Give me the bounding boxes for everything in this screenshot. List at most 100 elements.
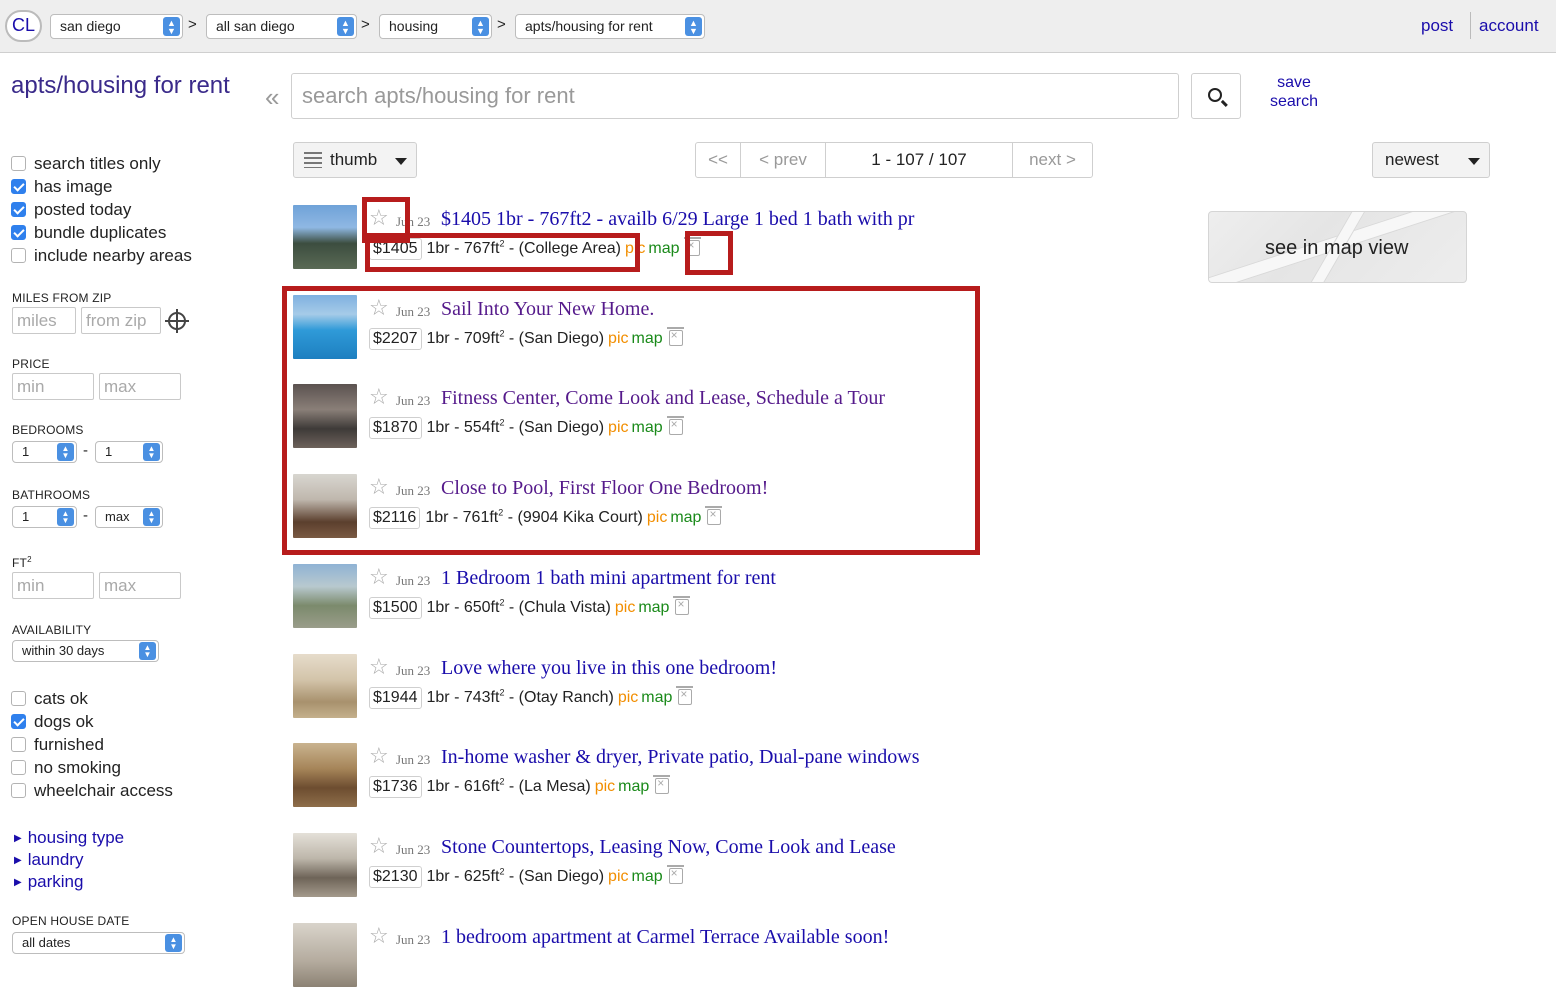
availability-label: AVAILABILITY bbox=[12, 623, 92, 637]
favorite-star-icon[interactable]: ☆ bbox=[369, 745, 389, 767]
listing-title-link[interactable]: 1 bedroom apartment at Carmel Terrace Av… bbox=[441, 926, 889, 949]
listing-thumbnail[interactable] bbox=[293, 923, 357, 987]
next-page-button[interactable]: next > bbox=[1012, 143, 1092, 177]
sqft-max-input[interactable]: max bbox=[99, 572, 181, 599]
locate-icon[interactable] bbox=[165, 309, 189, 333]
post-link[interactable]: post bbox=[1421, 16, 1453, 36]
has-picture-tag: pic bbox=[617, 689, 639, 706]
ft-label-text: FT bbox=[12, 556, 28, 570]
miles-from-zip-label: MILES FROM ZIP bbox=[12, 291, 112, 305]
filter-include-nearby-areas[interactable]: include nearby areas bbox=[11, 245, 192, 267]
hide-listing-icon[interactable] bbox=[666, 865, 684, 884]
zip-input[interactable]: from zip bbox=[81, 307, 161, 334]
range-dash: - bbox=[83, 507, 88, 524]
checkbox[interactable] bbox=[11, 760, 26, 775]
checkbox[interactable] bbox=[11, 783, 26, 798]
bedrooms-min-select[interactable]: 1 ▲ ▼ bbox=[12, 441, 77, 463]
checkbox[interactable] bbox=[11, 156, 26, 171]
listing-row: ☆ Jun 23 1 Bedroom 1 bath mini apartment f… bbox=[293, 564, 1193, 630]
open-house-date-select[interactable]: all dates ▲ ▼ bbox=[12, 932, 185, 954]
expand-housing-type[interactable]: ▶ housing type bbox=[14, 828, 124, 848]
filter-dogs-ok[interactable]: dogs ok bbox=[11, 711, 94, 733]
listing-title-link[interactable]: $1405 1br - 767ft2 - availb 6/29 Large 1… bbox=[441, 208, 914, 231]
listing-map-link[interactable]: map bbox=[638, 599, 669, 616]
expand-parking[interactable]: ▶ parking bbox=[14, 872, 83, 892]
prev-page-button[interactable]: < prev bbox=[741, 143, 826, 177]
bathrooms-max-select[interactable]: max ▲ ▼ bbox=[95, 506, 163, 528]
listing-title-link[interactable]: Stone Countertops, Leasing Now, Come Loo… bbox=[441, 836, 896, 859]
listing-row: ☆ Jun 23 Love where you live in this one b… bbox=[293, 654, 1193, 720]
availability-select[interactable]: within 30 days ▲ ▼ bbox=[12, 640, 159, 662]
sort-dropdown[interactable]: newest bbox=[1372, 142, 1490, 178]
listing-row: ☆ Jun 23 Stone Countertops, Leasing Now, C… bbox=[293, 833, 1193, 899]
favorite-star-icon[interactable]: ☆ bbox=[369, 566, 389, 588]
checkbox[interactable] bbox=[11, 202, 26, 217]
listing-neighborhood: - (San Diego) bbox=[504, 868, 605, 885]
miles-input[interactable]: miles bbox=[12, 307, 76, 334]
filter-posted-today[interactable]: posted today bbox=[11, 199, 131, 221]
breadcrumb-city-label: san diego bbox=[60, 18, 121, 34]
listing-title-link[interactable]: 1 Bedroom 1 bath mini apartment for rent bbox=[441, 567, 776, 590]
bedrooms-max-select[interactable]: 1 ▲ ▼ bbox=[95, 441, 163, 463]
listing-thumbnail[interactable] bbox=[293, 654, 357, 718]
sqft-min-input[interactable]: min bbox=[12, 572, 94, 599]
favorite-star-icon[interactable]: ☆ bbox=[369, 656, 389, 678]
select-value: 1 bbox=[22, 444, 30, 459]
listing-map-link[interactable]: map bbox=[618, 778, 649, 795]
listing-price: $1500 bbox=[369, 597, 422, 619]
listing-thumbnail[interactable] bbox=[293, 743, 357, 807]
listing-title-link[interactable]: In-home washer & dryer, Private patio, D… bbox=[441, 746, 920, 769]
hide-listing-icon[interactable] bbox=[673, 596, 691, 615]
listing-meta: $2130 1br - 625ft2 - (San Diego) pic map bbox=[369, 865, 684, 888]
view-mode-dropdown[interactable]: thumb bbox=[293, 142, 417, 178]
listing-map-link[interactable]: map bbox=[648, 240, 679, 257]
filter-search-titles-only[interactable]: search titles only bbox=[11, 153, 161, 175]
listing-thumbnail[interactable] bbox=[293, 564, 357, 628]
listing-map-link[interactable]: map bbox=[632, 868, 663, 885]
chevron-down-icon bbox=[395, 158, 407, 165]
expand-laundry[interactable]: ▶ laundry bbox=[14, 850, 83, 870]
select-arrows-icon: ▲ ▼ bbox=[685, 17, 702, 36]
favorite-star-icon[interactable]: ☆ bbox=[369, 835, 389, 857]
checkbox[interactable] bbox=[11, 737, 26, 752]
craigslist-logo[interactable]: CL bbox=[5, 10, 42, 42]
listing-title-link[interactable]: Love where you live in this one bedroom! bbox=[441, 657, 777, 680]
price-min-input[interactable]: min bbox=[12, 373, 94, 400]
select-value: 1 bbox=[22, 509, 30, 524]
filter-furnished[interactable]: furnished bbox=[11, 734, 104, 756]
hide-listing-icon[interactable] bbox=[676, 686, 694, 705]
checkbox[interactable] bbox=[11, 225, 26, 240]
price-max-input[interactable]: max bbox=[99, 373, 181, 400]
select-value: within 30 days bbox=[22, 643, 105, 658]
save-search-link[interactable]: save search bbox=[1262, 73, 1326, 111]
checkbox[interactable] bbox=[11, 714, 26, 729]
breadcrumb-city-select[interactable]: san diego ▲ ▼ bbox=[50, 14, 183, 39]
checkbox[interactable] bbox=[11, 691, 26, 706]
filter-label: cats ok bbox=[34, 689, 88, 708]
listing-thumbnail[interactable] bbox=[293, 833, 357, 897]
listing-date: Jun 23 bbox=[396, 842, 431, 857]
breadcrumb-area-select[interactable]: all san diego ▲ ▼ bbox=[206, 14, 357, 39]
filter-cats-ok[interactable]: cats ok bbox=[11, 688, 88, 710]
filter-no-smoking[interactable]: no smoking bbox=[11, 757, 121, 779]
hide-listing-icon[interactable] bbox=[653, 775, 671, 794]
filter-wheelchair-access[interactable]: wheelchair access bbox=[11, 780, 173, 802]
select-arrows-icon: ▲ ▼ bbox=[57, 508, 74, 526]
account-link[interactable]: account bbox=[1479, 16, 1539, 36]
search-input[interactable]: search apts/housing for rent bbox=[291, 73, 1179, 119]
filter-bundle-duplicates[interactable]: bundle duplicates bbox=[11, 222, 166, 244]
favorite-star-icon[interactable]: ☆ bbox=[369, 925, 389, 947]
bathrooms-min-select[interactable]: 1 ▲ ▼ bbox=[12, 506, 77, 528]
breadcrumb-subcategory-select[interactable]: apts/housing for rent ▲ ▼ bbox=[515, 14, 705, 39]
first-page-button[interactable]: << bbox=[696, 143, 741, 177]
checkbox[interactable] bbox=[11, 179, 26, 194]
collapse-sidebar-icon[interactable]: « bbox=[265, 82, 279, 113]
has-picture-tag: pic bbox=[614, 599, 636, 616]
breadcrumb-category-select[interactable]: housing ▲ ▼ bbox=[379, 14, 492, 39]
see-in-map-view-button[interactable]: see in map view bbox=[1208, 211, 1467, 283]
listing-thumbnail[interactable] bbox=[293, 205, 357, 269]
search-button[interactable] bbox=[1191, 73, 1241, 119]
filter-has-image[interactable]: has image bbox=[11, 176, 112, 198]
checkbox[interactable] bbox=[11, 248, 26, 263]
listing-map-link[interactable]: map bbox=[641, 689, 672, 706]
